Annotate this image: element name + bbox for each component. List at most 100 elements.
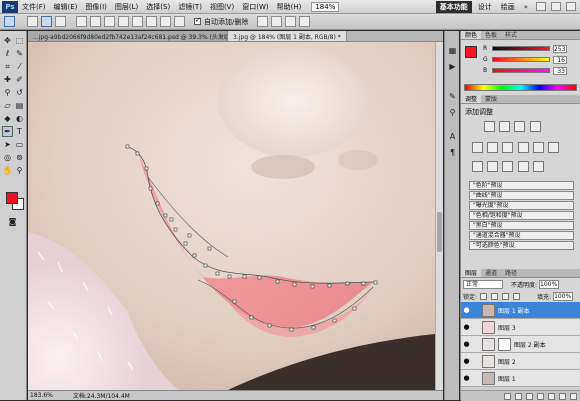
path-exclude-icon[interactable] (299, 16, 311, 27)
path-select-icon[interactable]: ➤ (2, 139, 13, 150)
tab-psd-document[interactable]: ...jpg-a9bd2066f9d80ed2fb742e13af24c681.… (28, 31, 228, 41)
eyedropper-icon[interactable]: ⁄ (14, 61, 25, 72)
polygon-icon[interactable] (146, 16, 157, 27)
pen-icon[interactable] (76, 16, 87, 27)
curves-icon[interactable] (514, 121, 526, 132)
preset-selective-color[interactable]: "可选颜色"预设 (469, 241, 574, 250)
layer-row-1[interactable]: ● 图层 1 (461, 370, 580, 387)
path-subtract-icon[interactable] (271, 16, 283, 27)
marquee-tool-icon[interactable]: ⬚ (14, 35, 25, 46)
color-spectrum-bar[interactable] (464, 84, 577, 91)
ellipse-icon[interactable] (132, 16, 143, 27)
selective-color-icon[interactable] (532, 161, 544, 172)
color-balance-icon[interactable] (502, 142, 514, 153)
line-icon[interactable] (160, 16, 171, 27)
menu-select[interactable]: 选择(S) (142, 2, 174, 12)
move-tool-icon[interactable]: ✥ (2, 35, 13, 46)
actions-panel-icon[interactable]: ▶ (447, 61, 458, 72)
green-slider[interactable] (492, 57, 550, 62)
hue-saturation-icon[interactable] (487, 142, 499, 153)
visibility-eye-icon[interactable]: ● (461, 323, 472, 331)
new-adjustment-icon[interactable] (537, 392, 544, 400)
threshold-icon[interactable] (502, 161, 514, 172)
vibrance-icon[interactable] (472, 142, 483, 153)
healing-brush-icon[interactable]: ✚ (2, 74, 13, 85)
history-panel-icon[interactable]: ▦ (447, 45, 458, 56)
layer-row-3[interactable]: ● 图层 3 (461, 319, 580, 336)
3d-rotate-icon[interactable]: ◎ (2, 152, 13, 163)
add-mask-icon[interactable] (526, 392, 533, 400)
paths-mode-icon[interactable] (41, 16, 52, 27)
lock-transparent-icon[interactable] (480, 292, 488, 300)
brushes-panel-icon[interactable]: ✎ (447, 91, 458, 102)
tab-paths[interactable]: 路径 (501, 269, 521, 277)
menu-window[interactable]: 窗口(W) (238, 2, 272, 12)
tab-masks[interactable]: 蒙版 (481, 95, 501, 103)
menu-layer[interactable]: 图层(L) (111, 2, 142, 12)
menu-image[interactable]: 图像(I) (81, 2, 111, 12)
tab-channels[interactable]: 通道 (481, 269, 501, 277)
preset-levels[interactable]: "色阶"预设 (469, 181, 574, 190)
visibility-eye-icon[interactable]: ● (461, 340, 472, 348)
shape-tool-icon[interactable]: ▭ (14, 139, 25, 150)
clone-source-panel-icon[interactable]: ⚲ (447, 107, 458, 118)
type-tool-icon[interactable]: T (14, 126, 25, 137)
tab-styles[interactable]: 样式 (501, 31, 521, 39)
levels-icon[interactable] (499, 121, 511, 132)
tab-layers[interactable]: 图层 (461, 269, 482, 277)
photo-filter-icon[interactable] (532, 142, 544, 153)
layer-style-icon[interactable] (515, 392, 522, 400)
zoom-tool-icon[interactable]: ⚲ (14, 165, 25, 176)
blue-slider[interactable] (492, 68, 550, 73)
fill-field[interactable]: 100% (553, 291, 574, 301)
character-panel-icon[interactable]: A (447, 131, 458, 142)
tab-active-document[interactable]: 3.jpg @ 184% (图层 1 副本, RGB/8) * (228, 31, 347, 41)
menu-filter[interactable]: 滤镜(T) (174, 2, 206, 12)
custom-shape-icon[interactable] (174, 16, 185, 27)
lock-image-icon[interactable] (491, 292, 499, 300)
path-add-icon[interactable] (257, 16, 269, 27)
lock-all-icon[interactable] (513, 292, 521, 300)
link-layers-icon[interactable] (504, 392, 511, 400)
preset-black-white[interactable]: "黑白"预设 (469, 221, 574, 230)
auto-add-delete-checkbox[interactable] (194, 16, 201, 25)
eraser-icon[interactable]: ▱ (2, 100, 13, 111)
pen-tool-preset-icon[interactable] (4, 16, 15, 27)
rounded-rectangle-icon[interactable] (118, 16, 129, 27)
preset-curves[interactable]: "曲线"预设 (469, 191, 574, 200)
layer-row-1-copy[interactable]: ● 图层 1 副本 (461, 302, 580, 319)
rectangle-icon[interactable] (104, 16, 115, 27)
menu-view[interactable]: 视图(V) (206, 2, 238, 12)
black-white-icon[interactable] (517, 142, 529, 153)
status-zoom[interactable]: 183.6% (30, 392, 53, 399)
minimize-button[interactable] (536, 2, 546, 11)
delete-layer-icon[interactable] (570, 392, 577, 400)
menu-edit[interactable]: 编辑(E) (50, 2, 82, 12)
blur-tool-icon[interactable]: ◆ (2, 113, 13, 124)
visibility-eye-icon[interactable]: ● (461, 357, 472, 365)
shape-layers-icon[interactable] (27, 16, 38, 27)
preset-hue-saturation[interactable]: "色相/饱和度"预设 (469, 211, 574, 220)
layer-row-2-copy[interactable]: ● 图层 2 副本 (461, 336, 580, 353)
brightness-contrast-icon[interactable] (484, 121, 495, 132)
workspace-design-button[interactable]: 设计 (475, 2, 495, 12)
vertical-scrollbar[interactable] (435, 42, 443, 390)
freeform-pen-icon[interactable] (90, 16, 101, 27)
new-layer-icon[interactable] (559, 392, 566, 400)
workspace-more-icon[interactable]: » (521, 3, 531, 11)
red-value-field[interactable]: 253 (553, 44, 567, 53)
scrollbar-thumb[interactable] (437, 212, 442, 252)
opacity-field[interactable]: 100% (539, 279, 560, 289)
posterize-icon[interactable] (487, 161, 499, 172)
blue-value-field[interactable]: 33 (553, 66, 567, 75)
new-group-icon[interactable] (548, 392, 555, 400)
3d-camera-icon[interactable]: ⊚ (14, 152, 25, 163)
clone-stamp-icon[interactable]: ⚲ (2, 87, 13, 98)
tab-swatches[interactable]: 色板 (481, 31, 501, 39)
foreground-color-swatch[interactable] (6, 192, 18, 204)
channel-mixer-icon[interactable] (548, 142, 560, 153)
gradient-map-icon[interactable] (517, 161, 529, 172)
menu-help[interactable]: 帮助(H) (273, 2, 306, 12)
image-canvas[interactable] (28, 42, 435, 390)
quick-mask-icon[interactable]: ◙ (7, 216, 18, 227)
